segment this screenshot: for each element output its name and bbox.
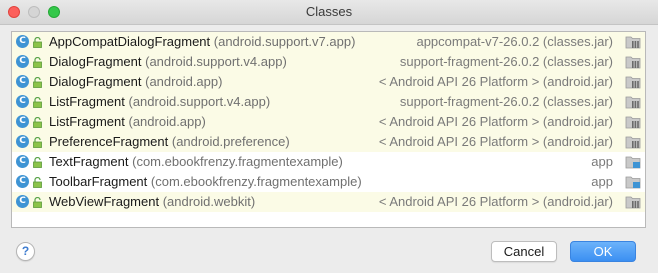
class-entry: DialogFragment (android.app) bbox=[49, 72, 222, 92]
class-source: appcompat-v7-26.0.2 (classes.jar) bbox=[416, 34, 613, 49]
class-entry: ListFragment (android.app) bbox=[49, 112, 206, 132]
class-entry: TextFragment (com.ebookfrenzy.fragmentex… bbox=[49, 152, 343, 172]
class-entry: WebViewFragment (android.webkit) bbox=[49, 192, 255, 212]
title-bar: Classes bbox=[0, 0, 658, 25]
class-icon: C bbox=[16, 155, 29, 168]
class-icon: C bbox=[16, 115, 29, 128]
class-icon: C bbox=[16, 35, 29, 48]
class-icon: C bbox=[16, 75, 29, 88]
class-package: (android.support.v4.app) bbox=[128, 94, 271, 109]
class-entry: DialogFragment (android.support.v4.app) bbox=[49, 52, 287, 72]
class-name: DialogFragment bbox=[49, 74, 142, 89]
class-source: < Android API 26 Platform > (android.jar… bbox=[378, 74, 613, 89]
class-package: (android.webkit) bbox=[162, 194, 256, 209]
class-source: < Android API 26 Platform > (android.jar… bbox=[378, 114, 613, 129]
class-entry: ListFragment (android.support.v4.app) bbox=[49, 92, 270, 112]
class-entry: ToolbarFragment (com.ebookfrenzy.fragmen… bbox=[49, 172, 362, 192]
class-icon: C bbox=[16, 135, 29, 148]
class-entry: AppCompatDialogFragment (android.support… bbox=[49, 32, 355, 52]
class-source: app bbox=[591, 174, 613, 189]
class-package: (android.app) bbox=[145, 74, 223, 89]
class-package: (android.preference) bbox=[171, 134, 290, 149]
class-list-row[interactable]: C ListFragment (android.support.v4.app) su… bbox=[12, 92, 645, 112]
window-title: Classes bbox=[305, 4, 353, 19]
cancel-button[interactable]: Cancel bbox=[491, 241, 557, 262]
class-source: support-fragment-26.0.2 (classes.jar) bbox=[399, 94, 613, 109]
class-icon: C bbox=[16, 175, 29, 188]
class-list-row[interactable]: C DialogFragment (android.support.v4.app)… bbox=[12, 52, 645, 72]
class-list-row[interactable]: C DialogFragment (android.app) < Android A… bbox=[12, 72, 645, 92]
class-icon: C bbox=[16, 195, 29, 208]
class-name: DialogFragment bbox=[49, 54, 142, 69]
class-name: PreferenceFragment bbox=[49, 134, 169, 149]
class-name: WebViewFragment bbox=[49, 194, 160, 209]
class-package: (com.ebookfrenzy.fragmentexample) bbox=[150, 174, 362, 189]
help-button[interactable]: ? bbox=[16, 242, 35, 261]
class-source: support-fragment-26.0.2 (classes.jar) bbox=[399, 54, 613, 69]
class-name: ListFragment bbox=[49, 94, 125, 109]
class-list-row[interactable]: C WebViewFragment (android.webkit) < Andro… bbox=[12, 192, 645, 212]
class-name: ToolbarFragment bbox=[49, 174, 148, 189]
class-icon: C bbox=[16, 55, 29, 68]
class-package: (android.support.v4.app) bbox=[145, 54, 287, 69]
class-list-row[interactable]: C TextFragment (com.ebookfrenzy.fragmente… bbox=[12, 152, 645, 172]
class-name: ListFragment bbox=[49, 114, 125, 129]
class-source: < Android API 26 Platform > (android.jar… bbox=[378, 194, 613, 209]
class-list-row[interactable]: C PreferenceFragment (android.preference)… bbox=[12, 132, 645, 152]
class-source: app bbox=[591, 154, 613, 169]
class-list-row[interactable]: C AppCompatDialogFragment (android.suppor… bbox=[12, 32, 645, 52]
class-package: (android.support.v7.app) bbox=[213, 34, 356, 49]
class-package: (android.app) bbox=[128, 114, 206, 129]
class-icon: C bbox=[16, 95, 29, 108]
class-source: < Android API 26 Platform > (android.jar… bbox=[378, 134, 613, 149]
class-name: AppCompatDialogFragment bbox=[49, 34, 211, 49]
class-package: (com.ebookfrenzy.fragmentexample) bbox=[132, 154, 343, 169]
class-list[interactable]: C AppCompatDialogFragment (android.suppor… bbox=[11, 31, 646, 228]
class-entry: PreferenceFragment (android.preference) bbox=[49, 132, 290, 152]
ok-button[interactable]: OK bbox=[570, 241, 636, 262]
class-list-row[interactable]: C ListFragment (android.app) < Android API… bbox=[12, 112, 645, 132]
class-name: TextFragment bbox=[49, 154, 129, 169]
class-list-row[interactable]: C ToolbarFragment (com.ebookfrenzy.fragme… bbox=[12, 172, 645, 192]
